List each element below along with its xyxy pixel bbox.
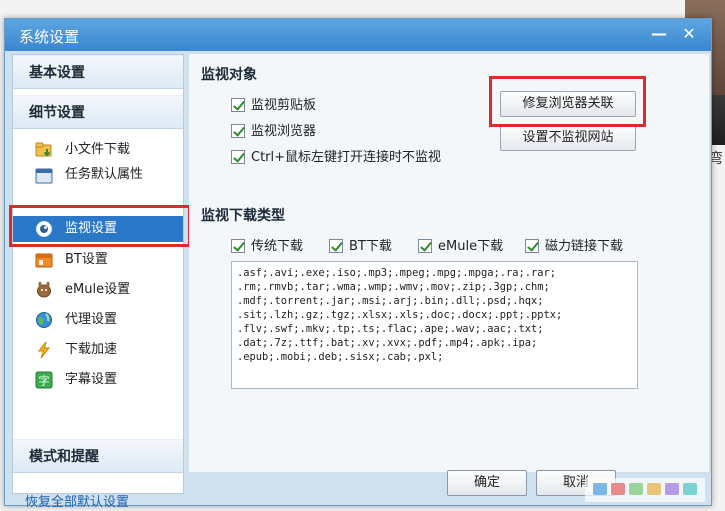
sidebar-item-label: 字幕设置 bbox=[65, 372, 118, 387]
svg-text:字: 字 bbox=[39, 374, 50, 388]
sidebar-item-label: 代理设置 bbox=[65, 312, 118, 327]
subtitle-icon: 字 bbox=[35, 371, 53, 389]
annotation-highlight-box bbox=[9, 205, 191, 247]
file-extensions-textarea[interactable]: .asf;.avi;.exe;.iso;.mp3;.mpeg;.mpg;.mpg… bbox=[231, 261, 638, 389]
folder-download-icon bbox=[35, 142, 52, 157]
monitor-objects-heading: 监视对象 bbox=[201, 67, 257, 83]
checkbox-checked-icon[interactable] bbox=[329, 238, 343, 253]
sidebar-item-label: 下载加速 bbox=[65, 342, 118, 357]
settings-sidebar: 基本设置 细节设置 小文件下载 任务默认属性 监视设置 BT设置 eMule设置… bbox=[12, 54, 184, 494]
watermark-logo bbox=[585, 478, 705, 502]
category-detail-settings[interactable]: 细节设置 bbox=[13, 95, 183, 129]
checkbox-label: Ctrl+鼠标左键打开连接时不监视 bbox=[251, 150, 442, 165]
sidebar-item-label: BT设置 bbox=[65, 252, 108, 267]
clipboard-monitor-checkbox[interactable]: 监视剪贴板 bbox=[231, 97, 316, 115]
checkbox-label: 磁力链接下载 bbox=[545, 239, 624, 254]
annotation-highlight-box bbox=[489, 76, 646, 127]
checkbox-label: eMule下载 bbox=[438, 239, 504, 254]
checkbox-checked-icon[interactable] bbox=[231, 97, 245, 112]
sidebar-item-small-file-download[interactable]: 小文件下载 bbox=[13, 137, 183, 163]
magnet-link-download-checkbox[interactable]: 磁力链接下载 bbox=[525, 238, 623, 256]
sidebar-item-proxy-settings[interactable]: 代理设置 bbox=[13, 307, 183, 333]
sidebar-item-subtitle-settings[interactable]: 字 字幕设置 bbox=[13, 367, 183, 393]
sidebar-item-emule-settings[interactable]: eMule设置 bbox=[13, 277, 183, 303]
checkbox-checked-icon[interactable] bbox=[525, 238, 539, 253]
traditional-download-checkbox[interactable]: 传统下载 bbox=[231, 238, 303, 256]
ok-button[interactable]: 确定 bbox=[447, 470, 527, 496]
checkbox-label: 监视浏览器 bbox=[251, 124, 317, 139]
sidebar-item-bt-settings[interactable]: BT设置 bbox=[13, 247, 183, 273]
bt-download-checkbox[interactable]: BT下载 bbox=[329, 238, 392, 256]
minimize-button[interactable]: — bbox=[647, 23, 671, 45]
checkbox-checked-icon[interactable] bbox=[231, 238, 245, 253]
monitor-download-types-heading: 监视下载类型 bbox=[201, 208, 285, 224]
exclude-websites-button[interactable]: 设置不监视网站 bbox=[500, 125, 636, 151]
ctrl-click-no-monitor-checkbox[interactable]: Ctrl+鼠标左键打开连接时不监视 bbox=[231, 149, 441, 167]
checkbox-checked-icon[interactable] bbox=[418, 238, 432, 253]
close-button[interactable]: ✕ bbox=[677, 23, 701, 45]
sidebar-item-label: eMule设置 bbox=[65, 282, 131, 297]
sidebar-item-label: 任务默认属性 bbox=[65, 167, 144, 182]
window-title: 系统设置 bbox=[19, 28, 80, 46]
lightning-icon bbox=[37, 341, 51, 359]
emule-mule-icon bbox=[37, 281, 51, 298]
checkbox-label: BT下载 bbox=[349, 239, 392, 254]
proxy-globe-icon bbox=[36, 312, 52, 328]
checkbox-label: 传统下载 bbox=[251, 239, 304, 254]
category-mode-and-reminder[interactable]: 模式和提醒 bbox=[13, 439, 183, 473]
emule-download-checkbox[interactable]: eMule下载 bbox=[418, 238, 503, 256]
sidebar-item-download-acceleration[interactable]: 下载加速 bbox=[13, 337, 183, 363]
sidebar-item-label: 小文件下载 bbox=[65, 142, 131, 157]
sidebar-item-task-default-properties[interactable]: 任务默认属性 bbox=[13, 165, 183, 185]
browser-monitor-checkbox[interactable]: 监视浏览器 bbox=[231, 123, 316, 141]
restore-defaults-link[interactable]: 恢复全部默认设置 bbox=[25, 491, 129, 510]
bt-box-icon bbox=[35, 253, 53, 268]
checkbox-checked-icon[interactable] bbox=[231, 123, 245, 138]
category-basic-settings[interactable]: 基本设置 bbox=[13, 55, 183, 89]
title-bar[interactable]: 系统设置 — ✕ bbox=[5, 19, 711, 51]
task-properties-icon bbox=[35, 168, 53, 184]
checkbox-checked-icon[interactable] bbox=[231, 149, 245, 164]
checkbox-label: 监视剪贴板 bbox=[251, 98, 317, 113]
